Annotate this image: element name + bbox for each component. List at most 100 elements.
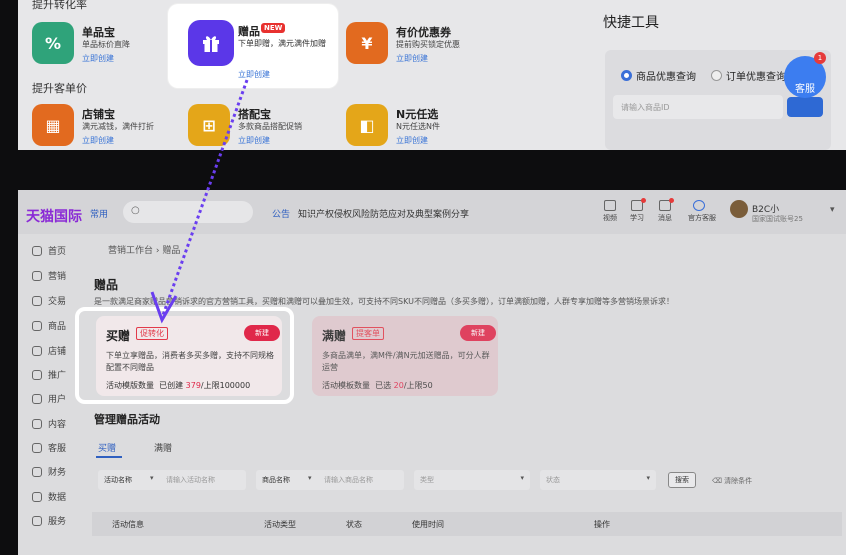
sidebar-item-services[interactable]: 服务 [32,514,66,527]
user-account: 国家国试账号25 [752,215,803,223]
video-icon [604,200,616,211]
breadcrumb[interactable]: 营销工作台 › 赠品 [108,243,180,256]
radio-product-query[interactable]: 商品优惠查询 [621,68,696,83]
count-label: 活动模板数量 [322,381,370,390]
notice-label: 公告 [272,210,291,220]
red-dot [669,198,674,203]
tool-card-coupon[interactable]: ¥ 有价优惠券 提前购买锁定优惠 立即创建 [346,22,486,68]
clear-label: 清除条件 [724,477,753,485]
activity-name-filter[interactable]: 活动名称 请输入活动名称 ▾ [98,470,246,490]
coupon-icon: ¥ [346,22,388,64]
tab-full-gift[interactable]: 满赠 [154,441,172,454]
create-link[interactable]: 立即创建 [396,53,428,64]
product-name-filter[interactable]: 商品名称 请输入商品名称 ▾ [256,470,404,490]
trade-icon [32,295,42,306]
product-id-input[interactable]: 请输入商品ID [613,95,783,119]
message-button[interactable]: 消息 [654,198,676,223]
card-tag: 提客单 [352,327,384,340]
finance-icon [32,466,42,477]
column-header: 操作 [594,520,610,529]
new-badge: NEW [261,23,286,33]
red-dot [641,198,646,203]
percent-icon: % [32,22,74,64]
search-button[interactable]: 搜索 [668,472,696,488]
limit-count: /上限50 [403,381,433,390]
filter-placeholder: 请输入商品名称 [324,476,373,484]
column-header: 活动类型 [264,520,296,529]
icon-label: 视频 [603,214,617,222]
sidebar-item-label: 客服 [48,444,67,454]
sidebar-item-label: 内容 [48,420,67,430]
global-search-input[interactable]: ○ [123,201,253,223]
sidebar-item-service[interactable]: 客服 [32,441,66,454]
tool-name: 有价优惠券 [396,26,451,39]
promo-tools-panel: 提升转化率 % 单品宝 单品标价直降 立即创建 ¥ 有价优惠券 提前购买锁定优惠… [18,0,846,150]
radio-order-query[interactable]: 订单优惠查询 [711,68,786,83]
sidebar-item-finance[interactable]: 财务 [32,465,66,478]
notification-badge: 1 [814,52,826,64]
tool-card-dapeibao[interactable]: ⊞ 搭配宝 多款商品搭配促销 立即创建 [188,104,328,150]
tab-buy-gift[interactable]: 买赠 [98,441,116,454]
filter-placeholder: 请输入活动名称 [166,476,215,484]
megaphone-icon [32,270,42,281]
sidebar-item-label: 营销 [48,272,67,282]
gift-tool-card[interactable]: 赠品 NEW 下单即赠，满元满件加赠 立即创建 [168,4,338,88]
sidebar-item-marketing[interactable]: 营销 [32,269,66,282]
sidebar-item-label: 首页 [48,247,67,257]
sidebar-item-promote[interactable]: 推广 [32,368,66,381]
content-icon [32,418,42,429]
apps-icon [32,515,42,526]
card-title: 满赠 [322,329,347,343]
sidebar-item-label: 推广 [48,371,67,381]
create-link[interactable]: 立即创建 [82,53,114,64]
create-link[interactable]: 立即创建 [238,135,270,146]
column-header: 使用时间 [412,520,444,529]
gift-tool-desc: 下单即赠，满元满件加赠 [238,39,326,48]
app-logo[interactable]: 天猫国际 [26,206,82,226]
tool-card-danpinbao[interactable]: % 单品宝 单品标价直降 立即创建 [32,22,172,68]
avatar[interactable] [730,200,748,218]
section-title-aov: 提升客单价 [32,82,87,95]
tool-name: 搭配宝 [238,108,271,121]
learn-button[interactable]: 学习 [626,198,648,223]
filter-placeholder: 状态 [546,476,560,484]
sidebar-item-trade[interactable]: 交易 [32,294,66,307]
sidebar-item-label: 服务 [48,517,67,527]
sidebar-item-users[interactable]: 用户 [32,392,66,405]
official-service-button[interactable]: 官方客服 [688,200,716,223]
tool-name: N元任选 [396,108,439,121]
section-title-conversion: 提升转化率 [32,0,87,11]
icon-label: 消息 [658,214,672,222]
sidebar-item-label: 用户 [48,395,67,405]
status-select[interactable]: 状态 ▾ [540,470,656,490]
tool-desc: 提前购买锁定优惠 [396,40,460,49]
table-header: 活动信息 活动类型 状态 使用时间 操作 [92,512,842,536]
clear-filters-button[interactable]: ⌫ 清除条件 [712,476,752,486]
video-button[interactable]: 视频 [599,200,621,223]
gift-icon [188,20,234,66]
page-title: 赠品 [94,278,119,292]
shop-icon [32,345,42,356]
tool-card-nyuan[interactable]: ◧ N元任选 N元任选N件 立即创建 [346,104,486,150]
type-select[interactable]: 类型 ▾ [414,470,530,490]
radio-label: 商品优惠查询 [636,72,696,83]
radio-unchecked-icon [711,70,722,81]
sidebar-item-product[interactable]: 商品 [32,319,66,332]
notice-text[interactable]: 知识产权侵权风险防范应对及典型案例分享 [298,207,469,220]
quick-tools-title: 快捷工具 [603,15,659,31]
card-count: 活动模板数量 已选 20/上限50 [322,380,433,391]
nav-common[interactable]: 常用 [90,207,108,220]
sidebar-item-shop[interactable]: 店铺 [32,344,66,357]
sidebar-item-home[interactable]: 首页 [32,244,66,257]
query-button[interactable] [787,97,823,117]
tool-card-dianpubao[interactable]: ▦ 店铺宝 满元减钱，满件打折 立即创建 [32,104,172,150]
sidebar-item-content[interactable]: 内容 [32,417,66,430]
sidebar-item-data[interactable]: 数据 [32,490,66,503]
radio-label: 订单优惠查询 [726,72,786,83]
chevron-down-icon[interactable]: ▾ [830,205,835,215]
chevron-down-icon: ▾ [646,474,650,482]
create-link[interactable]: 立即创建 [396,135,428,146]
create-link[interactable]: 立即创建 [82,135,114,146]
new-full-gift-button[interactable]: 新建 [460,325,496,341]
gift-create-link[interactable]: 立即创建 [238,69,270,80]
